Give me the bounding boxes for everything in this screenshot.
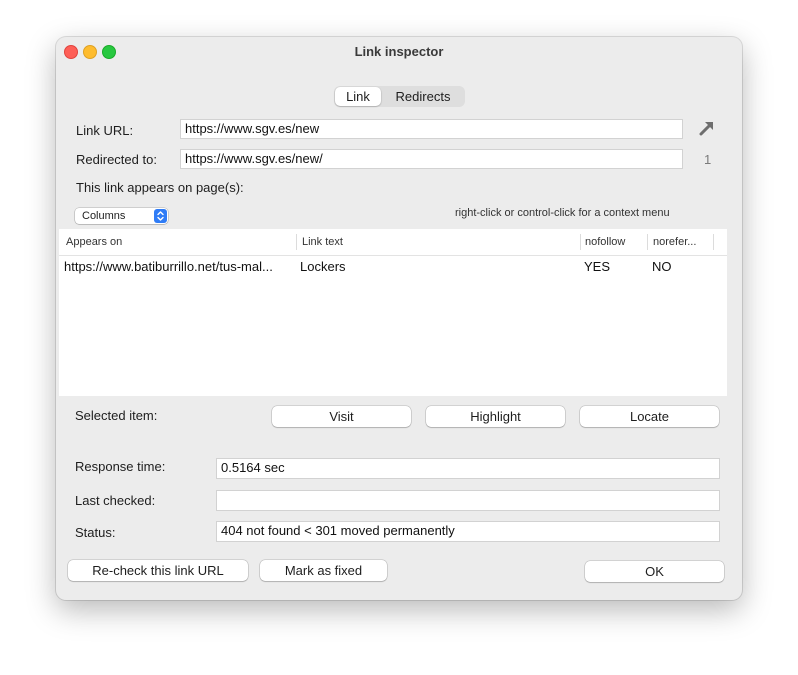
context-menu-hint: right-click or control-click for a conte… (455, 207, 670, 219)
redirect-count: 1 (704, 152, 712, 167)
cell-link-text: Lockers (300, 259, 346, 274)
arrow-up-right-icon[interactable] (698, 119, 716, 137)
cell-nofollow: YES (584, 259, 611, 274)
window-title: Link inspector (354, 44, 444, 59)
link-url-field[interactable]: https://www.sgv.es/new (180, 119, 683, 139)
ok-button[interactable]: OK (585, 561, 724, 582)
link-inspector-window: Link inspector Link Redirects Link URL: … (56, 37, 742, 600)
chevron-updown-icon (154, 209, 167, 223)
highlight-button[interactable]: Highlight (426, 406, 565, 427)
appears-on-pages-label: This link appears on page(s): (76, 180, 244, 195)
redirected-to-label: Redirected to: (76, 152, 157, 167)
response-time-label: Response time: (75, 459, 166, 474)
locate-button[interactable]: Locate (580, 406, 719, 427)
column-header-appears-on[interactable]: Appears on (62, 229, 294, 255)
title-bar: Link inspector (56, 37, 742, 65)
response-time-field[interactable]: 0.5164 sec (216, 458, 720, 479)
table-row[interactable]: https://www.batiburrillo.net/tus-mal... … (59, 256, 727, 278)
column-header-noreferrer[interactable]: norefer... (649, 229, 712, 255)
status-label: Status: (75, 525, 116, 540)
status-field[interactable]: 404 not found < 301 moved permanently (216, 521, 720, 542)
column-divider[interactable] (296, 234, 297, 250)
column-divider[interactable] (713, 234, 714, 250)
columns-popup-label: Columns (82, 210, 126, 222)
link-url-label: Link URL: (76, 123, 134, 138)
column-header-nofollow[interactable]: nofollow (581, 229, 647, 255)
column-header-link-text[interactable]: Link text (298, 229, 578, 255)
cell-noreferrer: NO (652, 259, 672, 274)
visit-button[interactable]: Visit (272, 406, 411, 427)
table-header: Appears on Link text nofollow norefer... (59, 229, 727, 256)
appears-on-table[interactable]: Appears on Link text nofollow norefer...… (59, 229, 727, 396)
column-divider[interactable] (647, 234, 648, 250)
mark-as-fixed-button[interactable]: Mark as fixed (260, 560, 387, 581)
cell-appears-on: https://www.batiburrillo.net/tus-mal... (64, 259, 273, 274)
selected-item-label: Selected item: (75, 408, 158, 423)
tab-redirects[interactable]: Redirects (382, 86, 464, 107)
tab-link[interactable]: Link (335, 87, 381, 106)
last-checked-field[interactable] (216, 490, 720, 511)
redirected-to-field[interactable]: https://www.sgv.es/new/ (180, 149, 683, 169)
tab-bar: Link Redirects (334, 86, 465, 107)
recheck-link-button[interactable]: Re-check this link URL (68, 560, 248, 581)
last-checked-label: Last checked: (75, 493, 156, 508)
columns-popup[interactable]: Columns (75, 208, 168, 224)
